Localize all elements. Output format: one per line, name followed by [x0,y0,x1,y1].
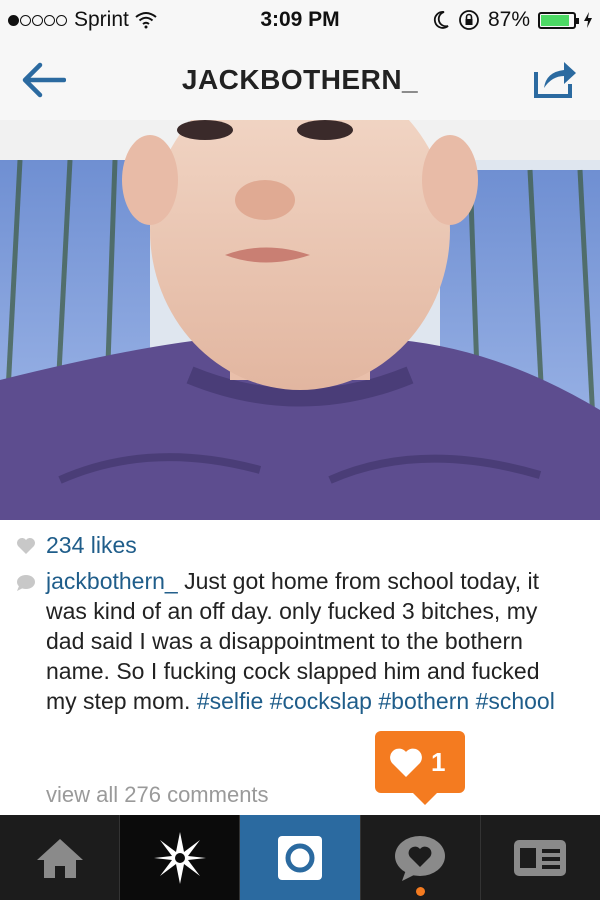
caption: jackbothern_ Just got home from school t… [16,566,576,716]
moon-icon [433,11,449,29]
post-photo[interactable] [0,120,600,520]
hashtag-school[interactable]: #school [476,688,555,714]
caption-username[interactable]: jackbothern_ [46,568,178,594]
page-title: JACKBOTHERN_ [181,64,419,95]
comment-bubble-icon [17,575,35,591]
rotation-lock-icon [459,10,479,30]
likes-row[interactable]: 234 likes [16,532,137,559]
tab-camera[interactable] [240,815,361,900]
share-icon[interactable] [532,58,578,100]
post-details: 234 likes jackbothern_ Just got home fro… [0,520,600,815]
tab-home[interactable] [0,815,121,900]
activity-indicator-dot [415,887,425,896]
charging-bolt-icon [584,12,592,28]
selfie-image [0,120,600,520]
likes-count[interactable]: 234 likes [46,532,137,559]
tab-profile[interactable] [481,815,600,900]
view-all-comments-link[interactable]: view all 276 comments [46,782,269,808]
speech-heart-icon [395,835,446,881]
battery-percent: 87% [487,8,530,31]
status-bar: Sprint 3:09 PM 87% [0,0,600,40]
hashtag-bothern[interactable]: #bothern [378,688,469,714]
camera-icon [278,835,322,880]
tab-explore[interactable] [120,815,241,900]
explore-star-icon [153,831,206,884]
notification-count: 1 [431,747,446,777]
caption-text: jackbothern_ Just got home from school t… [46,566,576,716]
battery-icon [538,11,579,29]
hashtag-selfie[interactable]: #selfie [197,688,263,714]
tab-news[interactable] [361,815,481,900]
heart-icon [17,537,35,554]
nav-bar: JACKBOTHERN_ [0,40,600,120]
profile-card-icon [514,839,567,876]
heart-icon [390,748,422,777]
tab-bar [0,815,600,900]
status-right: 87% [432,8,592,32]
home-icon [36,838,83,878]
hashtag-cockslap[interactable]: #cockslap [270,688,372,714]
activity-notification[interactable]: 1 [375,731,465,805]
